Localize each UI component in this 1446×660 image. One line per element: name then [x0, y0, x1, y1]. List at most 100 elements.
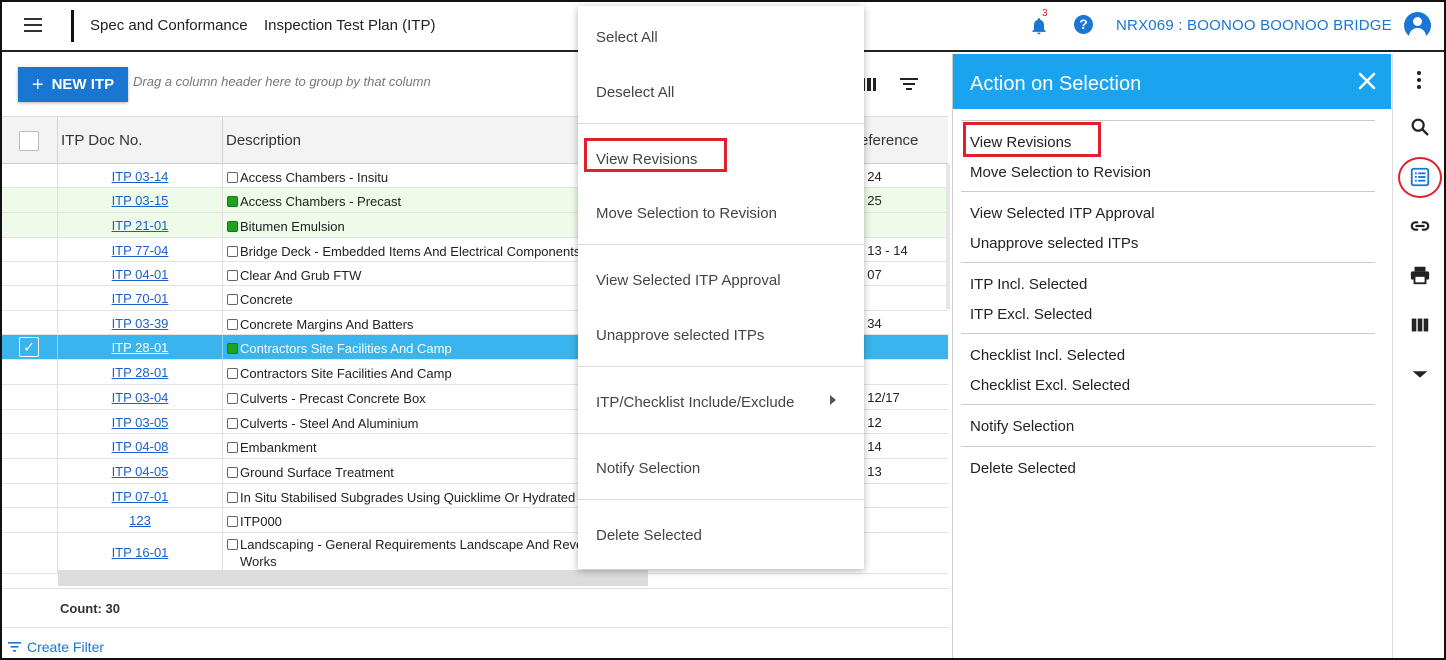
row-description-text: ITP000 [240, 514, 282, 529]
row-description: Concrete Margins And Batters [227, 316, 587, 333]
row-description: ITP000 [227, 513, 587, 530]
panel-item-itp-excl[interactable]: ITP Excl. Selected [970, 306, 1092, 323]
list-view-icon[interactable] [1409, 166, 1431, 188]
status-indicator [227, 393, 238, 404]
menu-item-unapprove[interactable]: Unapprove selected ITPs [596, 327, 764, 344]
avatar[interactable] [1404, 12, 1431, 39]
menu-item-view-approval[interactable]: View Selected ITP Approval [596, 272, 781, 289]
help-icon[interactable]: ? [1074, 15, 1093, 34]
status-indicator [227, 368, 238, 379]
menu-item-include-exclude[interactable]: ITP/Checklist Include/Exclude [596, 394, 794, 411]
row-reference: I 13 - 14 [860, 243, 908, 258]
vertical-scrollbar[interactable] [946, 164, 950, 309]
column-divider [222, 459, 223, 483]
row-description-text: Ground Surface Treatment [240, 465, 394, 480]
row-description: In Situ Stabilised Subgrades Using Quick… [227, 489, 587, 506]
menu-item-notify[interactable]: Notify Selection [596, 460, 700, 477]
row-description: Culverts - Steel And Aluminium [227, 415, 587, 432]
menu-divider [578, 433, 864, 434]
panel-divider [961, 446, 1375, 447]
itp-doc-link[interactable]: ITP 03-15 [58, 193, 222, 208]
panel-item-itp-incl[interactable]: ITP Incl. Selected [970, 276, 1087, 293]
status-indicator [227, 294, 238, 305]
breadcrumb-module[interactable]: Spec and Conformance [90, 17, 248, 34]
itp-doc-link[interactable]: ITP 16-01 [58, 545, 222, 560]
group-by-drop-zone[interactable]: Drag a column header here to group by th… [133, 74, 431, 89]
panel-title: Action on Selection [970, 73, 1142, 95]
column-header-doc-no[interactable]: ITP Doc No. [61, 132, 142, 149]
column-header-reference[interactable]: eference [860, 132, 918, 149]
grid-footer: Count: 30 [2, 588, 950, 628]
itp-doc-link[interactable]: ITP 07-01 [58, 489, 222, 504]
row-checkbox[interactable]: ✓ [19, 337, 39, 357]
panel-item-checklist-incl[interactable]: Checklist Incl. Selected [970, 347, 1125, 364]
row-description-text: Contractors Site Facilities And Camp [240, 341, 452, 356]
column-chooser-icon[interactable] [862, 78, 876, 91]
row-description: Bridge Deck - Embedded Items And Electri… [227, 243, 587, 260]
itp-doc-link[interactable]: ITP 03-05 [58, 415, 222, 430]
menu-divider [578, 366, 864, 367]
page-title: Inspection Test Plan (ITP) [264, 17, 436, 34]
status-indicator [227, 467, 238, 478]
itp-doc-link[interactable]: ITP 77-04 [58, 243, 222, 258]
columns-icon[interactable] [1409, 314, 1431, 336]
print-icon[interactable] [1409, 264, 1431, 286]
filter-icon [8, 642, 21, 652]
column-divider [222, 238, 223, 261]
chevron-right-icon [830, 395, 836, 405]
itp-doc-link[interactable]: ITP 21-01 [58, 218, 222, 233]
menu-divider [578, 244, 864, 245]
itp-doc-link[interactable]: ITP 04-01 [58, 267, 222, 282]
itp-doc-link[interactable]: ITP 28-01 [58, 340, 222, 355]
panel-item-notify[interactable]: Notify Selection [970, 418, 1074, 435]
panel-item-move-to-revision[interactable]: Move Selection to Revision [970, 164, 1151, 181]
row-description-text: Landscaping - General Requirements Lands… [240, 537, 584, 552]
row-description: Clear And Grub FTW [227, 267, 587, 284]
panel-item-unapprove[interactable]: Unapprove selected ITPs [970, 235, 1138, 252]
link-icon[interactable] [1409, 215, 1431, 237]
create-filter-link[interactable]: Create Filter [8, 639, 104, 655]
panel-item-checklist-excl[interactable]: Checklist Excl. Selected [970, 377, 1130, 394]
panel-divider [961, 333, 1375, 334]
itp-doc-link[interactable]: ITP 28-01 [58, 365, 222, 380]
menu-icon[interactable] [24, 17, 42, 33]
column-divider [222, 360, 223, 384]
itp-doc-link[interactable]: ITP 04-08 [58, 439, 222, 454]
status-indicator [227, 418, 238, 429]
row-description: Embankment [227, 439, 587, 456]
column-divider [222, 188, 223, 212]
horizontal-scrollbar[interactable] [58, 570, 648, 586]
column-divider [222, 434, 223, 458]
row-description-text: Bitumen Emulsion [240, 219, 345, 234]
itp-doc-link[interactable]: ITP 03-39 [58, 316, 222, 331]
column-divider [57, 117, 58, 165]
dropdown-arrow-icon[interactable] [1409, 363, 1431, 385]
row-description-text: Access Chambers - Precast [240, 194, 402, 209]
panel-item-delete[interactable]: Delete Selected [970, 460, 1076, 477]
close-icon[interactable] [1357, 71, 1377, 91]
column-divider [222, 286, 223, 310]
record-count: Count: 30 [60, 601, 120, 616]
project-selector[interactable]: NRX069 : BOONOO BOONOO BRIDGE [1116, 17, 1392, 34]
menu-item-move-to-revision[interactable]: Move Selection to Revision [596, 205, 777, 222]
menu-item-delete[interactable]: Delete Selected [596, 527, 702, 544]
panel-item-view-approval[interactable]: View Selected ITP Approval [970, 205, 1155, 222]
row-description-text: Works [240, 554, 277, 569]
menu-item-select-all[interactable]: Select All [596, 29, 658, 46]
itp-doc-link[interactable]: ITP 70-01 [58, 291, 222, 306]
column-header-description[interactable]: Description [226, 132, 301, 149]
more-vert-icon[interactable] [1417, 71, 1421, 89]
column-divider [222, 117, 223, 165]
itp-doc-link[interactable]: ITP 03-14 [58, 169, 222, 184]
search-icon[interactable] [1409, 116, 1431, 138]
new-itp-button[interactable]: + NEW ITP [18, 67, 128, 102]
itp-doc-link[interactable]: ITP 03-04 [58, 390, 222, 405]
status-indicator [227, 221, 238, 232]
menu-item-deselect-all[interactable]: Deselect All [596, 84, 674, 101]
filter-icon[interactable] [900, 76, 918, 92]
itp-doc-link[interactable]: 123 [58, 513, 222, 528]
status-indicator [227, 539, 238, 550]
itp-doc-link[interactable]: ITP 04-05 [58, 464, 222, 479]
right-icon-rail [1392, 54, 1444, 658]
select-all-checkbox[interactable] [19, 131, 39, 151]
